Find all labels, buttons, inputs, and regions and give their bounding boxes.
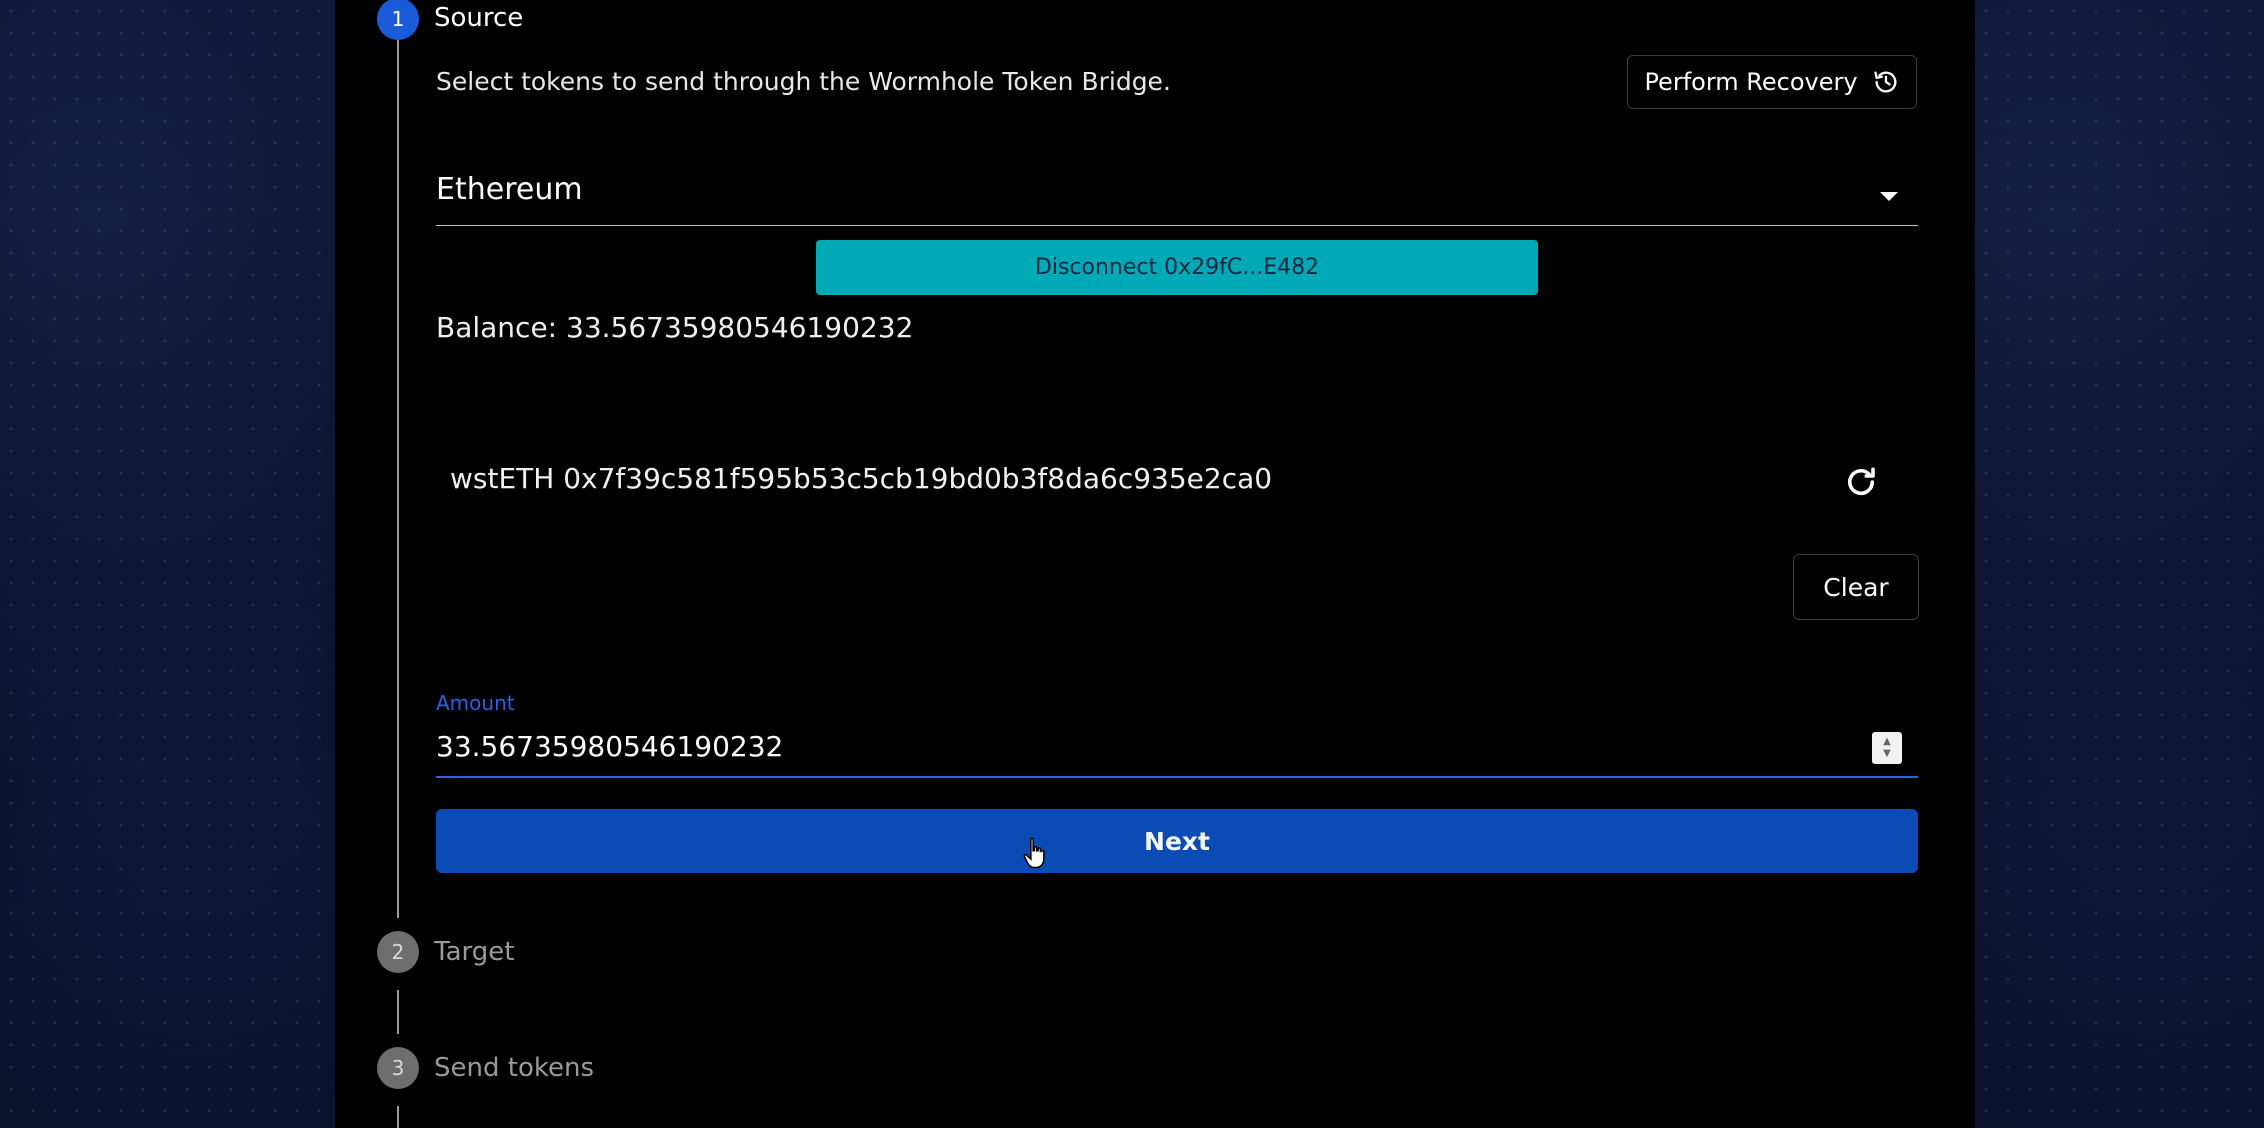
hand-cursor-icon <box>1023 837 1045 869</box>
disconnect-wallet-button[interactable]: Disconnect 0x29fC...E482 <box>816 240 1538 295</box>
amount-value: 33.56735980546190232 <box>436 730 784 763</box>
stepper-down-icon[interactable]: ▼ <box>1883 748 1891 760</box>
source-chain-select[interactable]: Ethereum <box>436 168 1918 226</box>
stepper-up-icon[interactable]: ▲ <box>1883 736 1891 748</box>
balance-text: Balance: 33.56735980546190232 <box>436 311 914 344</box>
amount-input[interactable]: 33.56735980546190232 ▲ ▼ <box>436 724 1918 778</box>
step-3-indicator: 3 <box>377 1047 419 1089</box>
selected-token[interactable]: wstETH 0x7f39c581f595b53c5cb19bd0b3f8da6… <box>450 462 1272 495</box>
amount-stepper[interactable]: ▲ ▼ <box>1872 732 1902 764</box>
history-icon <box>1873 71 1897 93</box>
source-description: Select tokens to send through the Wormho… <box>436 67 1171 96</box>
amount-label: Amount <box>436 691 515 715</box>
source-chain-value: Ethereum <box>436 172 583 207</box>
chevron-down-icon <box>1880 192 1898 201</box>
step-connector-3 <box>397 1106 399 1128</box>
step-connector-2 <box>397 990 399 1034</box>
step-connector-1 <box>397 40 399 918</box>
perform-recovery-button[interactable]: Perform Recovery <box>1627 55 1917 109</box>
step-1-indicator: 1 <box>377 0 419 40</box>
step-1-label: Source <box>434 3 524 33</box>
step-3-label: Send tokens <box>434 1053 594 1083</box>
next-button[interactable]: Next <box>436 809 1918 873</box>
perform-recovery-label: Perform Recovery <box>1644 68 1858 96</box>
background-left <box>0 0 335 1128</box>
clear-button[interactable]: Clear <box>1793 554 1919 620</box>
step-2-indicator: 2 <box>377 931 419 973</box>
background-right <box>1975 0 2264 1128</box>
step-2-label: Target <box>434 937 515 967</box>
refresh-icon[interactable] <box>1843 464 1879 500</box>
